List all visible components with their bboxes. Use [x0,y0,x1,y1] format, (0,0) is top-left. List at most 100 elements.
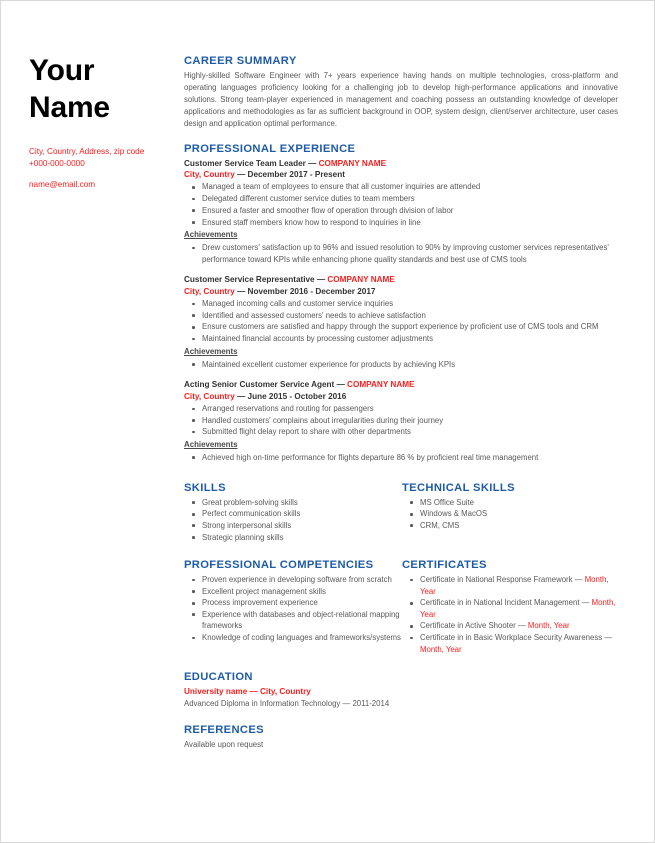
skills-row: SKILLS Great problem-solving skills Perf… [184,482,618,543]
section-heading-career-summary: CAREER SUMMARY [184,55,297,67]
achievements-label: Achievements [184,346,238,356]
list-item: MS Office Suite [402,497,618,509]
job-achievements-list: Drew customers' satisfaction up to 96% a… [184,242,618,265]
job-separator: — [336,380,348,390]
list-item: Knowledge of coding languages and framew… [184,632,402,644]
education-section: EDUCATION University name — City, Countr… [184,671,618,710]
certificate-separator: — [602,633,613,643]
career-summary-text: Highly-skilled Software Engineer with 7+… [184,71,618,128]
candidate-name-line-1: Your [29,54,95,87]
list-item: Managed a team of employees to ensure th… [184,181,618,193]
list-item: Drew customers' satisfaction up to 96% a… [184,242,618,265]
contact-block: City, Country, Address, zip code +000-00… [29,146,179,169]
job-bullet-list: Managed a team of employees to ensure th… [184,181,618,228]
job-bullet-list: Arranged reservations and routing for pa… [184,403,618,438]
job-location: City, Country [184,170,235,180]
list-item: Maintained financial accounts by process… [184,333,618,345]
education-institution-line: University name — City, Country [184,686,618,698]
list-item: Submitted flight delay report to share w… [184,426,618,438]
certificate-date: Month, Year [420,644,462,654]
list-item: Certificate in Active Shooter — Month, Y… [402,620,618,632]
references-section: REFERENCES Available upon request [184,724,618,751]
certificate-separator: — [579,598,592,608]
section-heading-references: REFERENCES [184,723,264,736]
competencies-row: PROFESSIONAL COMPETENCIES Proven experie… [184,559,618,655]
section-heading-certificates: CERTIFICATES [402,559,487,572]
job-achievements-list: Achieved high on-time performance for fl… [184,452,618,464]
job-title: Customer Service Team Leader [184,158,306,168]
technical-skills-column: TECHNICAL SKILLS MS Office Suite Windows… [402,482,618,543]
job-dates: — December 2017 - Present [234,170,345,180]
education-separator: — [247,687,261,697]
skills-list: Great problem-solving skills Perfect com… [184,497,402,543]
job-dates: — June 2015 - October 2016 [234,391,347,401]
list-item: Proven experience in developing software… [184,574,402,586]
contact-phone: +000-000-0000 [29,158,85,168]
section-heading-professional-competencies: PROFESSIONAL COMPETENCIES [184,559,374,572]
list-item: Perfect communication skills [184,508,402,520]
list-item: Ensured a faster and smoother flow of op… [184,205,618,217]
professional-competencies-list: Proven experience in developing software… [184,574,402,643]
section-heading-technical-skills: TECHNICAL SKILLS [402,481,515,494]
technical-skills-list: MS Office Suite Windows & MacOS CRM, CMS [402,497,618,532]
job-achievements-list: Maintained excellent customer experience… [184,359,618,371]
certificates-list: Certificate in National Response Framewo… [402,574,618,655]
section-heading-professional-experience: PROFESSIONAL EXPERIENCE [184,142,356,155]
job-location: City, Country [184,391,235,401]
job-company: COMPANY NAME [318,158,387,168]
resume-content: Your Name City, Country, Address, zip co… [1,1,654,842]
list-item: Excellent project management skills [184,586,402,598]
education-degree: Advanced Diploma in Information Technolo… [184,699,390,709]
list-item: Great problem-solving skills [184,497,402,509]
job-company: COMPANY NAME [347,380,415,390]
list-item: Maintained excellent customer experience… [184,359,618,371]
job-meta-line: City, Country — December 2017 - Present [184,169,618,180]
list-item: Arranged reservations and routing for pa… [184,403,618,415]
list-item: Delegated different customer service dut… [184,193,618,205]
list-item: Managed incoming calls and customer serv… [184,298,618,310]
contact-address: City, Country, Address, zip code [29,147,145,157]
achievements-label: Achievements [184,440,238,450]
resume-body: CAREER SUMMARY Highly-skilled Software E… [184,55,618,751]
list-item: Certificate in in National Incident Mana… [402,597,618,620]
certificate-name: Certificate in Active Shooter [420,621,516,631]
professional-competencies-column: PROFESSIONAL COMPETENCIES Proven experie… [184,559,402,655]
list-item: Handled customers' complains about irreg… [184,415,618,427]
section-heading-education: EDUCATION [184,671,253,684]
job-separator: — [305,158,319,168]
list-item: Strategic planning skills [184,532,402,544]
list-item: Certificate in in Basic Workplace Securi… [402,632,618,655]
job-title-line: Acting Senior Customer Service Agent — C… [184,379,618,390]
job-location: City, Country [184,286,235,296]
job-separator: — [316,275,328,285]
job-title: Acting Senior Customer Service Agent [184,380,337,390]
certificates-column: CERTIFICATES Certificate in National Res… [402,559,618,655]
section-heading-skills: SKILLS [184,481,226,494]
certificate-separator: — [515,621,528,631]
list-item: Process improvement experience [184,597,402,609]
list-item: Certificate in National Response Framewo… [402,574,618,597]
contact-sidebar: Your Name City, Country, Address, zip co… [29,53,179,189]
certificate-name: Certificate in in Basic Workplace Securi… [420,633,603,643]
job-title-line: Customer Service Representative — COMPAN… [184,274,618,285]
job-title: Customer Service Representative [184,275,317,285]
certificate-date: Month, Year [527,621,570,631]
skills-column: SKILLS Great problem-solving skills Perf… [184,482,402,543]
job-meta-line: City, Country — June 2015 - October 2016 [184,391,618,402]
candidate-name-line-2: Name [29,90,110,124]
contact-email[interactable]: name@email.com [29,180,179,189]
references-text: Available upon request [184,740,264,750]
certificate-name: Certificate in National Response Framewo… [420,575,573,585]
education-location: City, Country [260,687,311,697]
education-university: University name [184,687,248,697]
list-item: Identified and assessed customers' needs… [184,310,618,322]
job-bullet-list: Managed incoming calls and customer serv… [184,298,618,345]
resume-page: Your Name City, Country, Address, zip co… [0,0,655,843]
job-title-line: Customer Service Team Leader — COMPANY N… [184,158,618,169]
list-item: Windows & MacOS [402,508,618,520]
list-item: Achieved high on-time performance for fl… [184,452,618,464]
list-item: Experience with databases and object-rel… [184,609,402,632]
experience-entry: Acting Senior Customer Service Agent — C… [184,379,618,463]
list-item: Strong interpersonal skills [184,520,402,532]
certificate-name: Certificate in in National Incident Mana… [420,598,580,608]
